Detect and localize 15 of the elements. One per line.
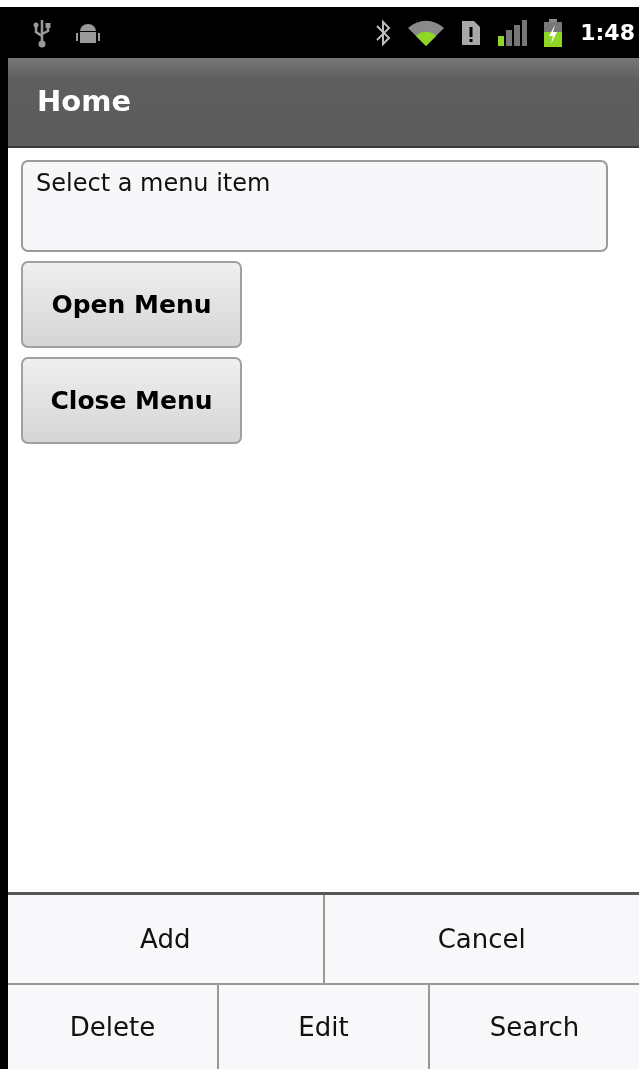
bluetooth-icon xyxy=(374,17,393,48)
text-field[interactable]: Select a menu item xyxy=(21,160,608,252)
battery-charging-icon xyxy=(542,17,565,48)
menu-button[interactable]: Close Menu xyxy=(21,357,242,444)
menu-item[interactable]: Search xyxy=(428,985,639,1069)
menu-item[interactable]: Cancel xyxy=(322,895,639,983)
menu-item[interactable]: Edit xyxy=(217,985,428,1069)
screen-title: Home xyxy=(37,83,132,121)
signal-icon xyxy=(496,17,529,48)
menu-item[interactable]: Add xyxy=(8,895,323,983)
sim-card-icon xyxy=(460,18,483,47)
menu-item[interactable]: Delete xyxy=(8,985,217,1069)
usb-icon xyxy=(32,17,52,48)
menu-button[interactable]: Open Menu xyxy=(21,261,242,348)
status-time: 1:48 xyxy=(580,19,635,47)
